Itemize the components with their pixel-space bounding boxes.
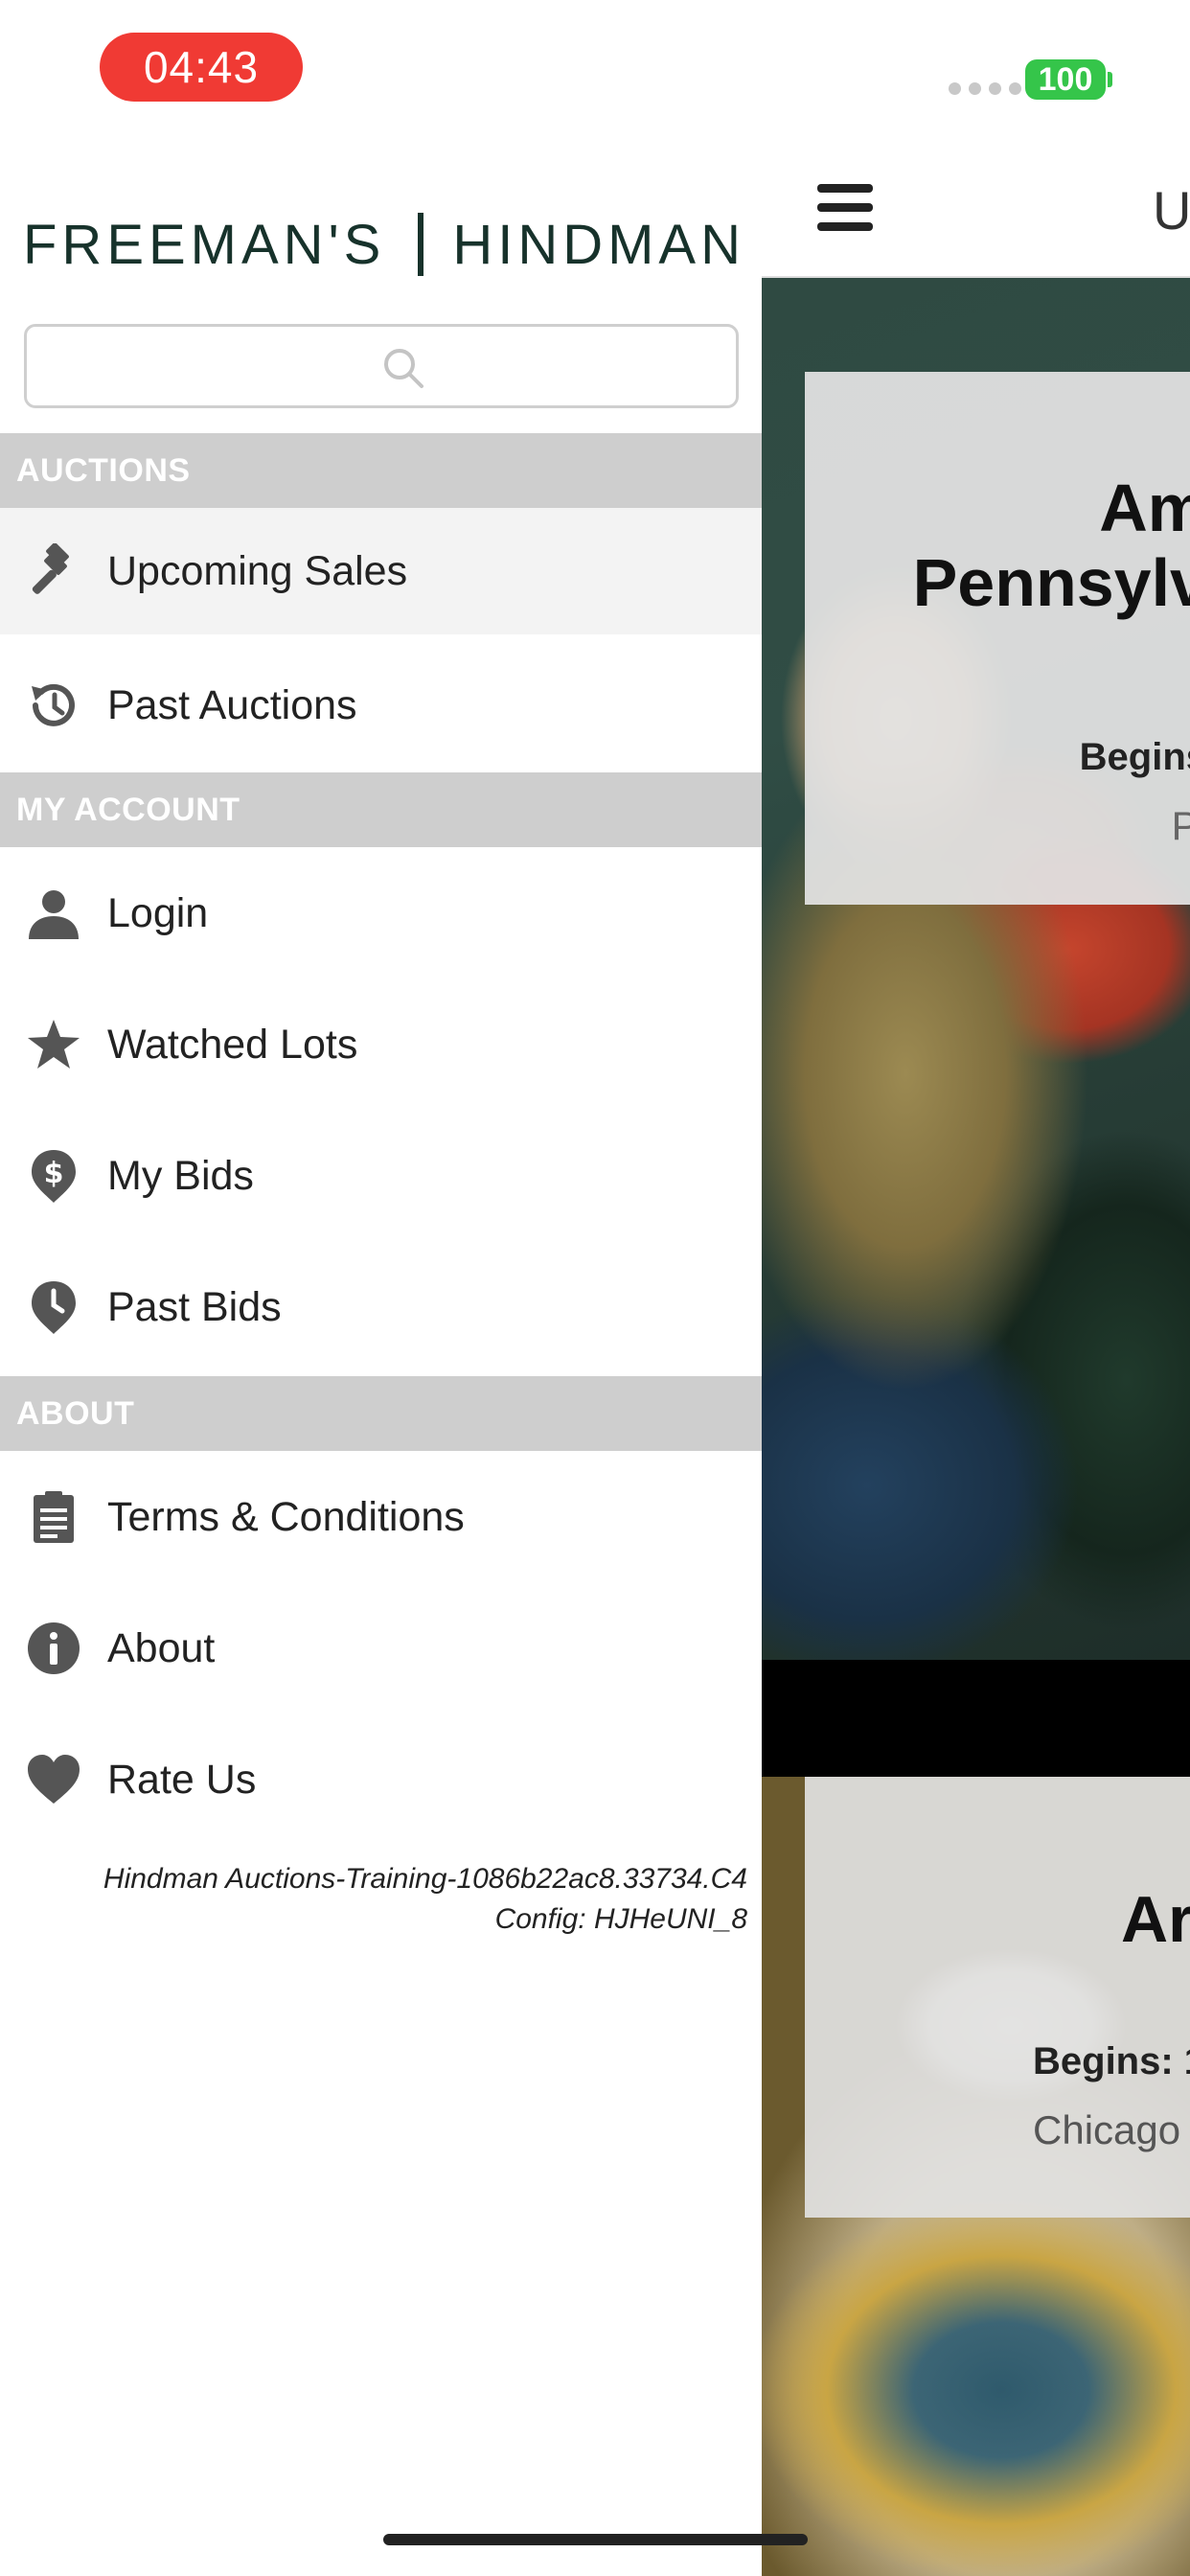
logo-text-left: FREEMAN'S (23, 213, 386, 276)
gavel-icon (25, 542, 82, 600)
build-version-text: Hindman Auctions-Training-1086b22ac8.337… (103, 1863, 747, 1895)
clock-pin-icon (25, 1278, 82, 1336)
auction-location: Pl (1171, 803, 1190, 848)
divider-band (762, 1660, 1190, 1777)
info-icon (25, 1620, 82, 1677)
battery-icon: 100 (1025, 59, 1106, 100)
dollar-pin-icon: $ (25, 1147, 82, 1205)
menu-item-label: Rate Us (107, 1756, 257, 1803)
heart-icon (25, 1751, 82, 1808)
menu-item-label: Past Auctions (107, 681, 357, 728)
auction-title: Ar (1121, 1883, 1190, 1956)
section-header-auctions: AUCTIONS (0, 433, 762, 508)
section-header-about: ABOUT (0, 1376, 762, 1451)
auction-card[interactable]: Ar Begins: 1 Chicago (805, 1777, 1190, 2218)
cellular-signal-icon (949, 82, 1021, 95)
search-field[interactable] (24, 324, 739, 408)
menu-item-terms-conditions[interactable]: Terms & Conditions (0, 1454, 762, 1580)
main-header: U (762, 182, 1190, 278)
build-config-text: Config: HJHeUNI_8 (494, 1903, 747, 1935)
menu-item-label: My Bids (107, 1152, 254, 1199)
side-drawer: FREEMAN'S HINDMAN AUCTIONS Upcoming Sale… (0, 134, 762, 2576)
menu-item-upcoming-sales[interactable]: Upcoming Sales (0, 508, 762, 634)
document-icon (25, 1488, 82, 1546)
logo-separator (418, 213, 424, 276)
menu-item-label: About (107, 1624, 216, 1671)
menu-item-my-bids[interactable]: $ My Bids (0, 1113, 762, 1239)
status-bar: 04:43 100 (0, 0, 1190, 134)
menu-item-login[interactable]: Login (0, 850, 762, 977)
user-icon (25, 885, 82, 942)
menu-item-label: Upcoming Sales (107, 547, 408, 594)
auction-title-line1: Am (1099, 471, 1190, 545)
search-icon (384, 349, 423, 388)
brand-logo: FREEMAN'S HINDMAN (23, 209, 751, 280)
status-time: 04:43 (100, 33, 303, 102)
menu-item-rate-us[interactable]: Rate Us (0, 1716, 762, 1843)
auction-begins: Begins (1079, 736, 1190, 778)
menu-item-label: Login (107, 889, 209, 936)
main-content: U Am Pennsylv Begins Pl Ar Begins: 1 Chi… (762, 182, 1190, 2576)
section-header-my-account: MY ACCOUNT (0, 772, 762, 847)
menu-item-label: Terms & Conditions (107, 1493, 465, 1540)
logo-text-right: HINDMAN (452, 213, 746, 276)
auction-location: Chicago (1033, 2107, 1181, 2152)
auction-begins: Begins: 1 (1033, 2040, 1190, 2082)
auction-title-line2: Pennsylv (912, 545, 1190, 620)
menu-item-about[interactable]: About (0, 1585, 762, 1712)
hamburger-menu-icon[interactable] (817, 184, 877, 242)
menu-item-label: Past Bids (107, 1283, 282, 1330)
menu-item-past-bids[interactable]: Past Bids (0, 1244, 762, 1370)
build-info: Hindman Auctions-Training-1086b22ac8.337… (19, 1859, 747, 1940)
auction-card[interactable]: Am Pennsylv Begins Pl (805, 372, 1190, 905)
battery-cap (1108, 72, 1112, 87)
home-indicator[interactable] (383, 2534, 808, 2545)
menu-item-watched-lots[interactable]: Watched Lots (0, 981, 762, 1108)
menu-item-label: Watched Lots (107, 1021, 358, 1068)
menu-item-past-auctions[interactable]: Past Auctions (0, 642, 762, 769)
page-title: U (1153, 182, 1190, 241)
star-icon (25, 1016, 82, 1073)
history-icon (25, 677, 82, 734)
svg-text:$: $ (44, 1157, 64, 1190)
